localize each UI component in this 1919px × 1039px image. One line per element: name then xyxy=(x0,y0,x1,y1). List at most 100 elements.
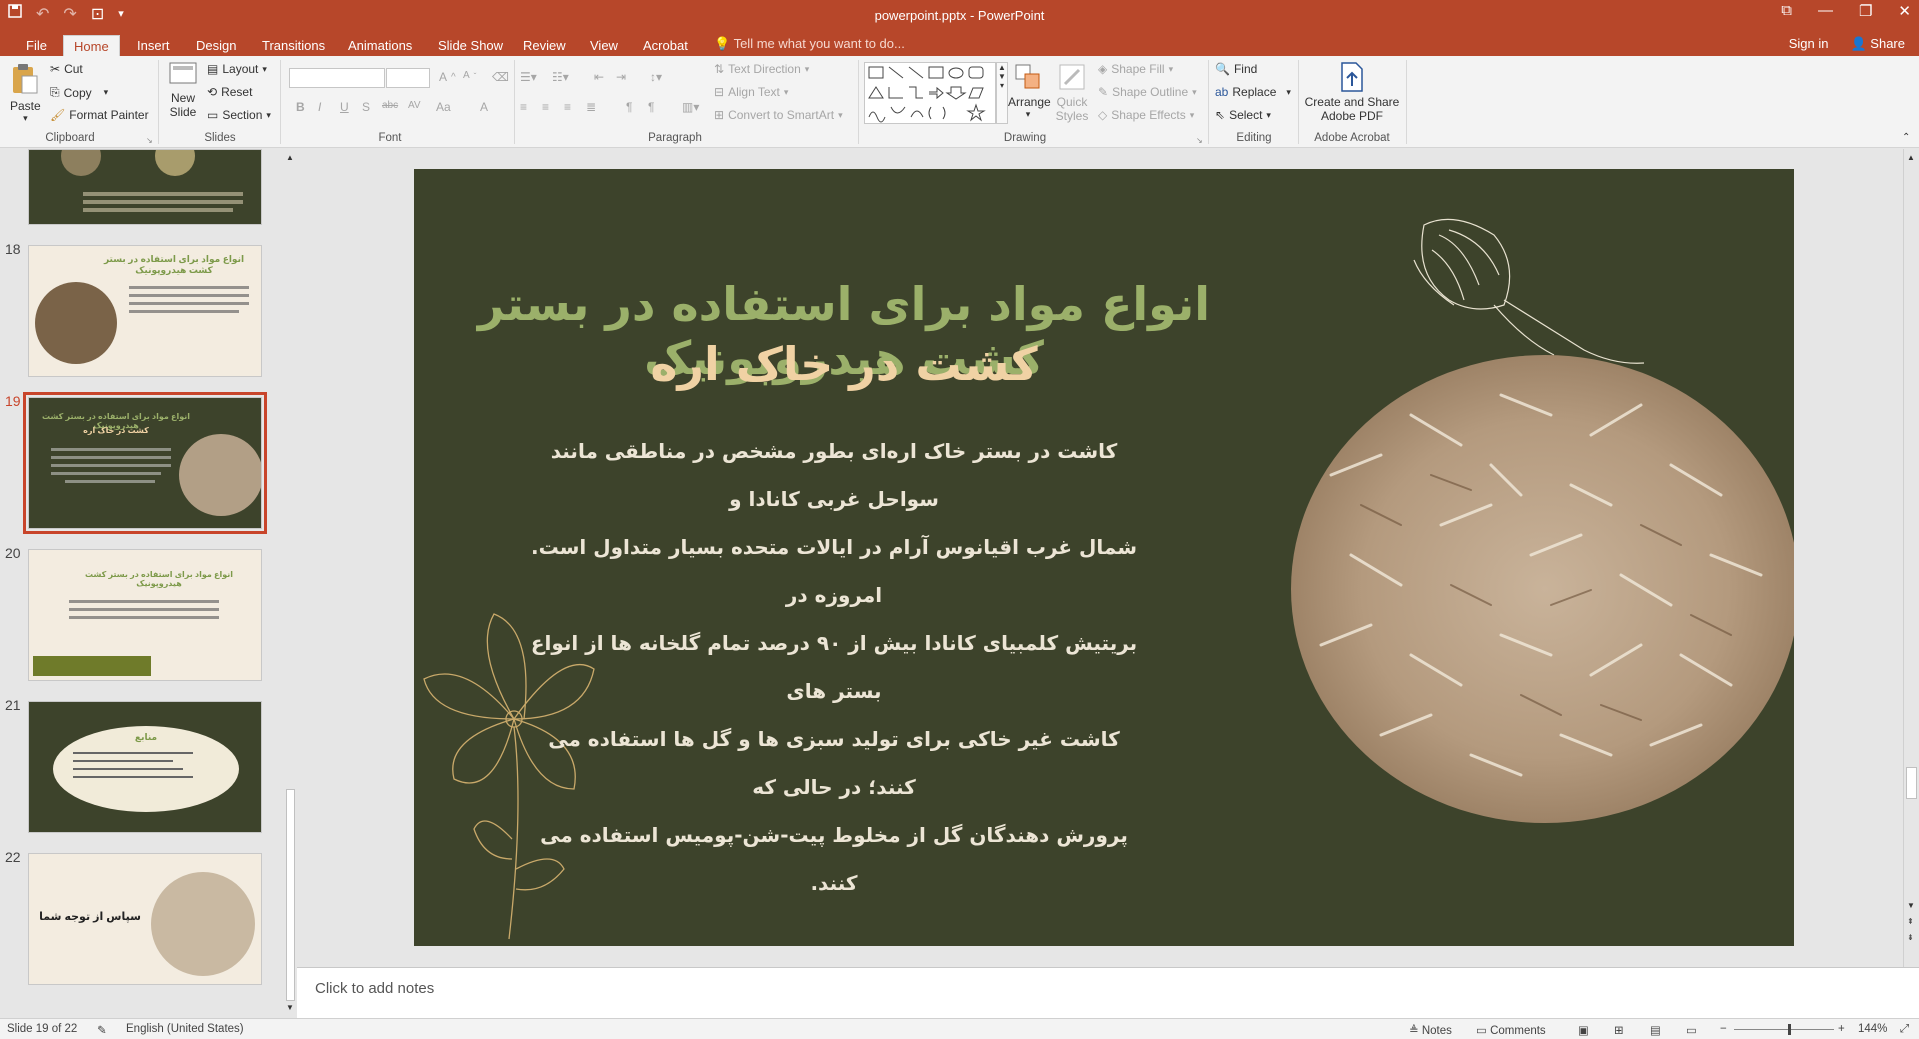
zoom-out-button[interactable]: − xyxy=(1720,1023,1727,1035)
tab-slide-show[interactable]: Slide Show xyxy=(428,35,513,56)
shape-fill-button[interactable]: ◈ Shape Fill ▾ xyxy=(1098,62,1173,76)
slide-thumbnail-selected[interactable]: انواع مواد برای استفاده در بستر کشت هیدر… xyxy=(23,392,267,534)
close-button[interactable]: ✕ xyxy=(1898,2,1911,20)
align-center-icon[interactable]: ≡ xyxy=(542,100,549,114)
paste-button[interactable]: Paste ▾ xyxy=(10,62,41,124)
align-text-button[interactable]: ⊟ Align Text ▾ xyxy=(714,85,788,99)
previous-slide-icon[interactable]: ⇞ xyxy=(1907,917,1914,926)
tab-view[interactable]: View xyxy=(580,35,628,56)
slide-thumbnail[interactable]: انواع مواد برای استفاده در بستر کشت هیدر… xyxy=(28,245,262,377)
bold-button[interactable]: B xyxy=(296,100,305,114)
sawdust-photo[interactable] xyxy=(1291,355,1794,823)
tab-home[interactable]: Home xyxy=(63,35,120,56)
scroll-up-icon[interactable]: ▲ xyxy=(1907,153,1915,162)
layout-button[interactable]: ▤ Layout ▾ xyxy=(207,62,267,76)
zoom-slider[interactable] xyxy=(1734,1029,1834,1030)
slide-thumbnail[interactable]: منابع xyxy=(28,701,262,833)
shrink-font-button[interactable]: Aˇ xyxy=(463,70,476,81)
slide-thumbnail[interactable] xyxy=(28,149,262,225)
reading-view-icon[interactable]: ▤ xyxy=(1650,1023,1661,1037)
section-button[interactable]: ▭ Section ▾ xyxy=(207,108,271,122)
sign-in-link[interactable]: Sign in xyxy=(1789,36,1829,52)
copy-button[interactable]: ⎘ Copy ▾ xyxy=(50,85,108,100)
fit-slide-icon[interactable]: ⤢ xyxy=(1900,1023,1909,1036)
text-direction-button[interactable]: ⇅ Text Direction ▾ xyxy=(714,62,809,76)
reset-button[interactable]: ⟲ Reset xyxy=(207,85,252,99)
slide-canvas[interactable]: انواع مواد برای استفاده در بستر کشت هیدر… xyxy=(414,169,1794,946)
font-size-input[interactable] xyxy=(386,68,430,88)
ribbon-display-options-icon[interactable]: ⧉ xyxy=(1781,2,1792,20)
slideshow-view-icon[interactable]: ▭ xyxy=(1686,1023,1697,1037)
align-left-icon[interactable]: ≡ xyxy=(520,100,527,114)
align-right-icon[interactable]: ≡ xyxy=(564,100,571,114)
bullets-icon[interactable]: ☰▾ xyxy=(520,70,537,84)
select-button[interactable]: ⇖ Select ▾ xyxy=(1215,108,1271,122)
justify-icon[interactable]: ≣ xyxy=(586,100,596,114)
collapse-ribbon-icon[interactable]: ⌃ xyxy=(1902,132,1910,143)
slide-subtitle[interactable]: کشت در خاک اره xyxy=(434,337,1254,391)
decrease-indent-icon[interactable]: ⇤ xyxy=(594,70,604,84)
scroll-down-icon[interactable]: ▼ xyxy=(1907,901,1915,910)
zoom-slider-thumb[interactable] xyxy=(1788,1024,1791,1035)
tab-transitions[interactable]: Transitions xyxy=(252,35,335,56)
scrollbar-thumb[interactable] xyxy=(1906,767,1917,799)
scrollbar-thumb[interactable] xyxy=(286,789,295,1001)
drawing-launcher-icon[interactable]: ↘ xyxy=(1196,136,1203,145)
scroll-down-icon[interactable]: ▼ xyxy=(286,1003,294,1012)
cut-button[interactable]: ✂ Cut xyxy=(50,62,83,76)
rtl-icon[interactable]: ¶ xyxy=(626,100,632,114)
clear-formatting-icon[interactable]: ⌫ xyxy=(492,70,509,84)
notes-pane[interactable]: Click to add notes xyxy=(297,967,1919,1018)
shadow-button[interactable]: S xyxy=(362,100,370,114)
shapes-gallery[interactable] xyxy=(864,62,996,124)
find-button[interactable]: 🔍 Find xyxy=(1215,62,1257,76)
notes-toggle[interactable]: ≜ Notes xyxy=(1409,1023,1452,1037)
slide-thumbnail[interactable]: سپاس از توجه شما xyxy=(28,853,262,985)
maximize-button[interactable]: ❐ xyxy=(1859,2,1872,20)
spelling-icon[interactable]: ✎ xyxy=(97,1023,107,1037)
normal-view-icon[interactable]: ▣ xyxy=(1578,1023,1589,1037)
shapes-gallery-scroll[interactable]: ▲ ▼ ▾ xyxy=(996,62,1008,124)
tab-file[interactable]: File xyxy=(16,35,57,56)
new-slide-button[interactable]: New Slide xyxy=(166,62,200,119)
font-name-input[interactable] xyxy=(289,68,385,88)
notes-placeholder[interactable]: Click to add notes xyxy=(315,980,434,997)
tab-insert[interactable]: Insert xyxy=(127,35,180,56)
grow-font-button[interactable]: A ^ xyxy=(439,70,456,84)
tab-review[interactable]: Review xyxy=(513,35,576,56)
slide-thumbnail[interactable]: انواع مواد برای استفاده در بستر کشت هیدر… xyxy=(28,549,262,681)
strikethrough-button[interactable]: abc xyxy=(382,100,398,111)
slide-body-text[interactable]: کاشت در بستر خاک اره‌ای بطور مشخص در منا… xyxy=(524,427,1144,907)
clipboard-launcher-icon[interactable]: ↘ xyxy=(146,136,153,145)
tab-acrobat[interactable]: Acrobat xyxy=(633,35,698,56)
shape-outline-button[interactable]: ✎ Shape Outline ▾ xyxy=(1098,85,1197,99)
italic-button[interactable]: I xyxy=(318,100,321,114)
zoom-in-button[interactable]: + xyxy=(1838,1023,1845,1035)
char-spacing-button[interactable]: AV xyxy=(408,100,421,111)
tab-animations[interactable]: Animations xyxy=(338,35,422,56)
line-spacing-icon[interactable]: ↕▾ xyxy=(650,70,662,84)
comments-toggle[interactable]: ▭ Comments xyxy=(1476,1023,1546,1037)
change-case-button[interactable]: Aa xyxy=(436,100,451,114)
zoom-level[interactable]: 144% xyxy=(1858,1023,1887,1035)
replace-button[interactable]: ab Replace ▾ xyxy=(1215,85,1291,99)
slide-sorter-icon[interactable]: ⊞ xyxy=(1614,1023,1624,1037)
slide-scrollbar[interactable]: ▲ ▼ ⇞ ⇟ xyxy=(1903,149,1919,967)
scroll-up-icon[interactable]: ▲ xyxy=(286,153,294,162)
underline-button[interactable]: U xyxy=(340,100,349,114)
minimize-button[interactable]: — xyxy=(1818,2,1833,20)
arrange-button[interactable]: Arrange ▾ xyxy=(1008,62,1051,120)
thumbnail-scrollbar[interactable]: ▲ ▼ xyxy=(283,149,297,1018)
font-color-button[interactable]: A xyxy=(480,100,488,114)
convert-smartart-button[interactable]: ⊞ Convert to SmartArt ▾ xyxy=(714,108,843,122)
next-slide-icon[interactable]: ⇟ xyxy=(1907,933,1914,942)
increase-indent-icon[interactable]: ⇥ xyxy=(616,70,626,84)
quick-styles-button[interactable]: Quick Styles xyxy=(1052,62,1092,123)
create-share-pdf-button[interactable]: Create and Share Adobe PDF xyxy=(1304,62,1400,123)
columns-icon[interactable]: ▥▾ xyxy=(682,100,699,114)
format-painter-button[interactable]: 🖌 Format Painter xyxy=(50,108,149,122)
tell-me-box[interactable]: 💡 Tell me what you want to do... xyxy=(714,36,905,52)
ltr-icon[interactable]: ¶ xyxy=(648,100,654,114)
shape-effects-button[interactable]: ◇ Shape Effects ▾ xyxy=(1098,108,1194,122)
share-button[interactable]: 👤 Share xyxy=(1850,36,1905,52)
